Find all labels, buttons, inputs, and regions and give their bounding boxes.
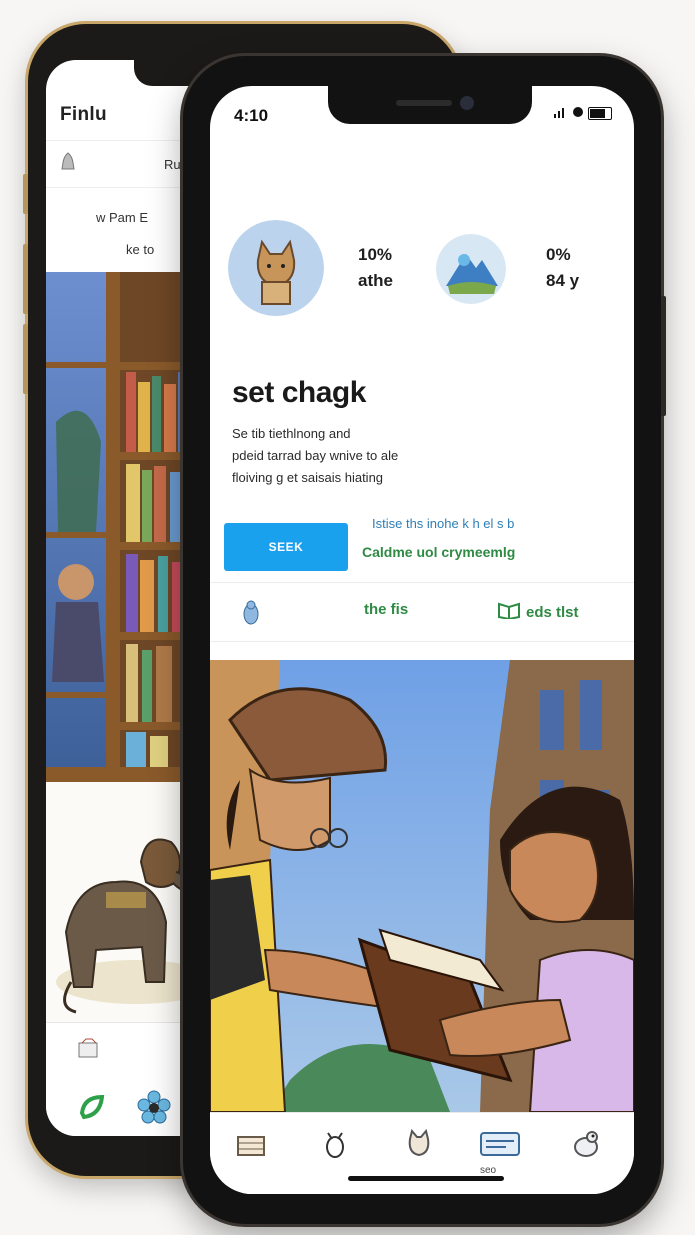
- status-icons: [554, 106, 612, 121]
- tab-bird-icon[interactable]: [570, 1127, 604, 1166]
- body-line-3: floiving g et saisais hiating: [232, 470, 384, 485]
- body-line-1: Se tib tiethlnong and: [232, 426, 351, 441]
- stat-1-label: athe: [358, 271, 393, 290]
- status-time: 4:10: [234, 106, 269, 125]
- stat-2: 0% 84 y: [546, 242, 579, 294]
- hero-illustration-kids-reading: [210, 660, 634, 1113]
- stat-2-label: 84 y: [546, 271, 580, 290]
- mute-switch: [23, 174, 28, 214]
- stat-1-value: 10%: [358, 245, 393, 264]
- front-phone-screen: 4:10 10% athe 0% 84 y set chagk Se tib t…: [210, 86, 634, 1194]
- back-tab-flower-icon[interactable]: [136, 1089, 172, 1130]
- tab-books-icon[interactable]: [234, 1127, 268, 1166]
- front-camera: [460, 96, 474, 110]
- page-title: set chagk: [232, 376, 366, 409]
- earpiece-speaker: [396, 100, 452, 106]
- back-app-title: Finlu: [60, 104, 107, 125]
- segment-tabs: the fis eds tlst: [210, 582, 634, 642]
- avatar-cat[interactable]: [228, 220, 324, 316]
- avatar-mountain[interactable]: [436, 234, 506, 304]
- action-link[interactable]: Caldme uol crymeemlg: [362, 544, 515, 560]
- back-subtitle-2: ke to: [126, 242, 155, 257]
- notch: [328, 86, 532, 124]
- body-line-2: pdeid tarrad bay wnive to ale: [232, 448, 399, 463]
- book-open-icon: [498, 601, 520, 623]
- home-indicator[interactable]: [348, 1176, 504, 1181]
- stat-2-value: 0%: [546, 245, 571, 264]
- volume-up-button: [23, 244, 28, 314]
- tab-card-label: seo: [480, 1165, 497, 1176]
- stat-1: 10% athe: [358, 242, 393, 294]
- tab-bug-icon[interactable]: [318, 1127, 352, 1166]
- front-phone: 4:10 10% athe 0% 84 y set chagk Se tib t…: [183, 56, 666, 1224]
- tab-penguin-icon[interactable]: [240, 599, 262, 630]
- bottom-tab-bar: seo: [210, 1112, 634, 1194]
- tab-cat-icon[interactable]: [402, 1127, 436, 1166]
- tab-right-label: eds tlst: [526, 603, 579, 621]
- signal-icon: [554, 106, 568, 121]
- bell-icon[interactable]: [58, 151, 78, 180]
- tab-card-icon[interactable]: [478, 1127, 522, 1166]
- back-header-label: Ru: [164, 157, 181, 172]
- primary-cta-button[interactable]: SEEK: [224, 523, 348, 571]
- back-subtitle-1: w Pam E: [96, 210, 149, 225]
- volume-down-button: [23, 324, 28, 394]
- tab-right[interactable]: eds tlst: [498, 601, 579, 623]
- info-link[interactable]: Istise ths inohe k h el s b: [372, 516, 514, 531]
- back-tab-cart-icon[interactable]: [76, 1037, 102, 1068]
- wifi-icon: [572, 106, 584, 121]
- power-button: [661, 296, 666, 416]
- tab-middle[interactable]: the fis: [364, 601, 408, 618]
- back-tab-leaf-icon[interactable]: [78, 1093, 106, 1126]
- battery-icon: [588, 107, 612, 120]
